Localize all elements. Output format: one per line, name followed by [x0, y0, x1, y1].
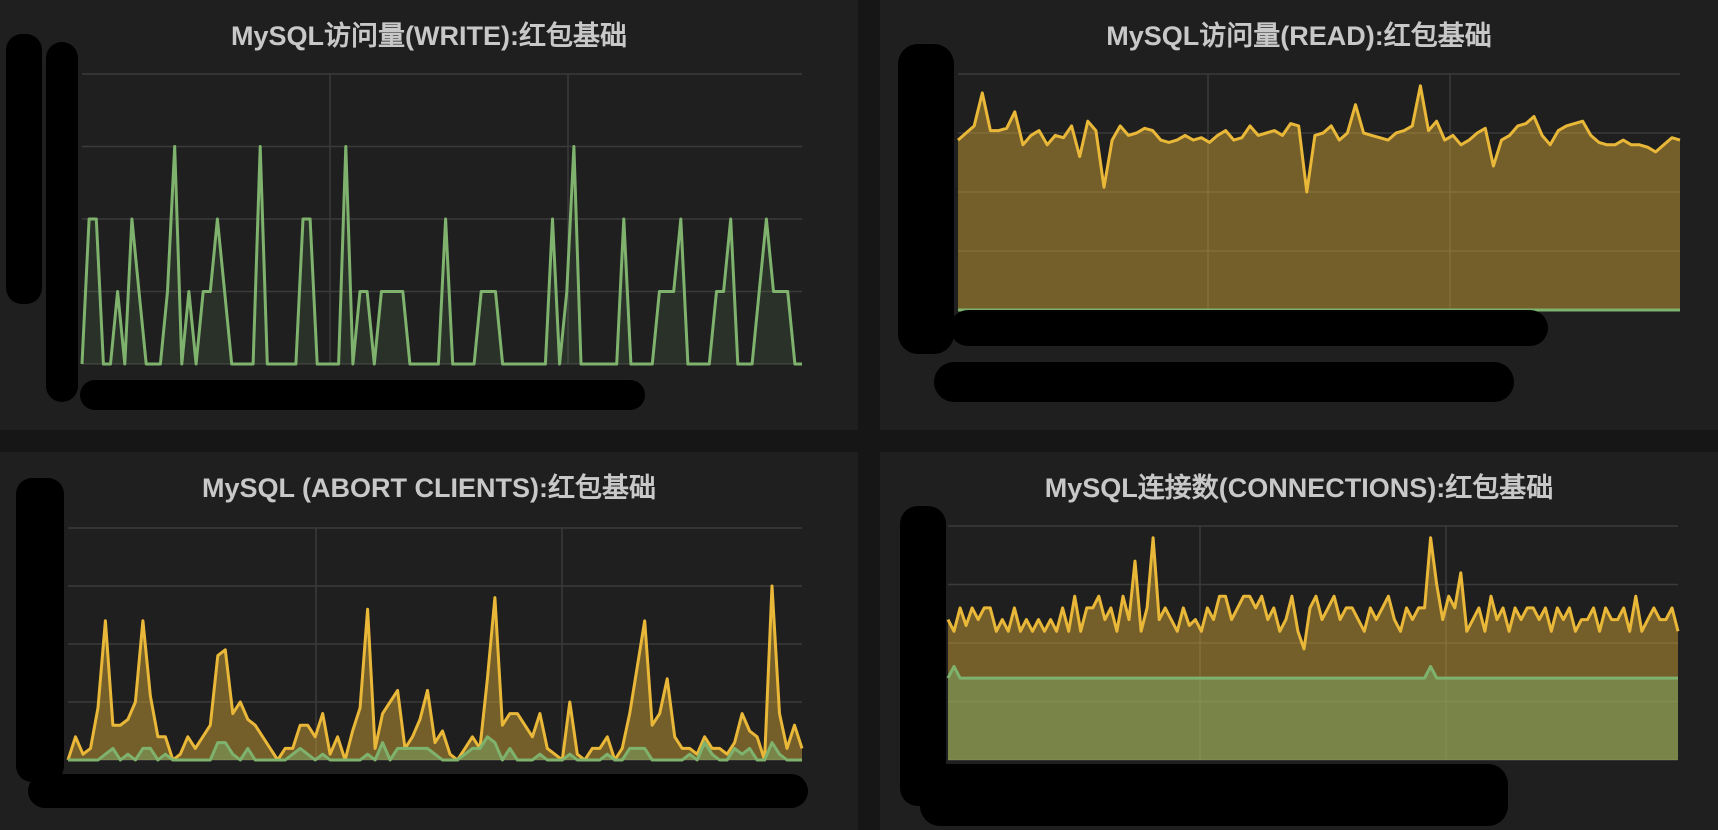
series-area: [82, 146, 802, 364]
series-line: [66, 584, 804, 762]
panel-mysql-read: MySQL访问量(READ):红包基础: [880, 0, 1718, 430]
panel-mysql-abort-clients: MySQL (ABORT CLIENTS):红包基础: [0, 452, 858, 830]
dashboard: MySQL访问量(WRITE):红包基础 MySQL访问量(READ):红包基础…: [0, 0, 1718, 830]
redaction-bar: [28, 774, 808, 808]
redaction-bar: [80, 380, 645, 410]
panel-mysql-connections: MySQL连接数(CONNECTIONS):红包基础: [880, 452, 1718, 830]
chart-connections: [900, 506, 1680, 826]
redaction-bar: [934, 362, 1514, 402]
chart-abort-clients: [16, 478, 808, 808]
panel-mysql-write: MySQL访问量(WRITE):红包基础: [0, 0, 858, 430]
redaction-bar: [920, 764, 1508, 826]
redaction-bar: [950, 310, 1548, 346]
chart-read: [898, 44, 1681, 402]
chart-write: [6, 34, 802, 410]
series-area: [958, 85, 1680, 310]
redaction-bar: [16, 478, 64, 782]
redaction-bar: [6, 34, 42, 304]
series-area: [948, 666, 1678, 760]
redaction-bar: [898, 44, 954, 354]
redaction-bar: [900, 506, 946, 806]
redaction-bar: [46, 42, 78, 402]
